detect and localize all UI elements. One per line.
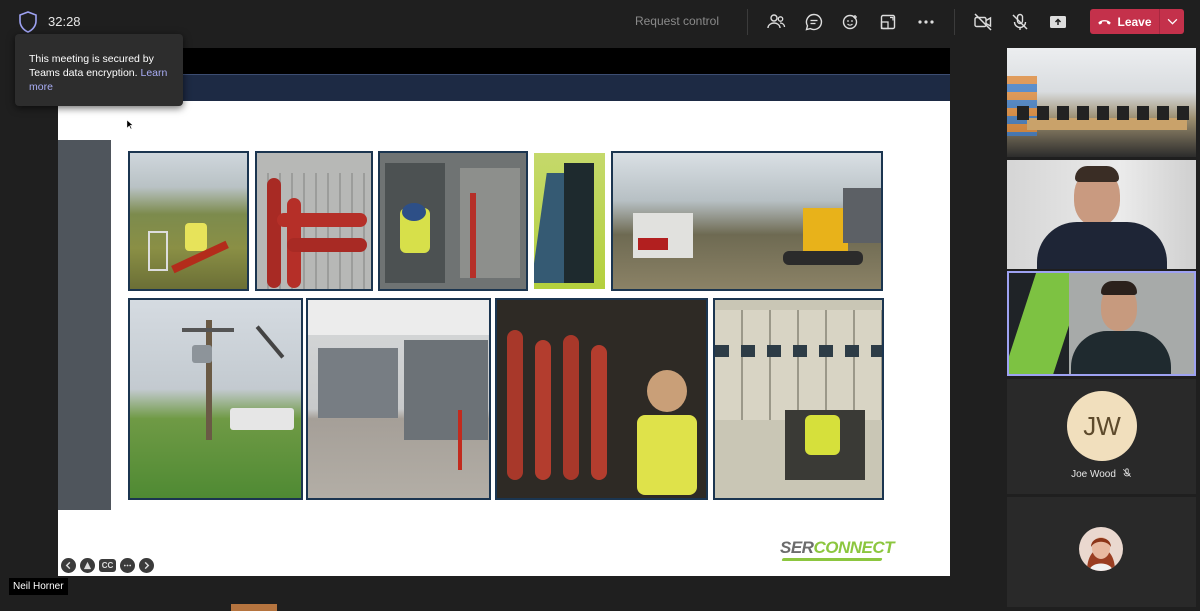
encryption-tooltip: This meeting is secured by Teams data en… — [15, 34, 183, 106]
slide-controls: CC — [61, 558, 154, 573]
chat-icon[interactable] — [801, 10, 827, 34]
bottom-strip — [231, 604, 277, 611]
photo-cable-jointer-field — [128, 151, 249, 291]
rooms-icon[interactable] — [875, 10, 901, 34]
phone-hangup-icon — [1097, 15, 1112, 29]
reactions-icon[interactable] — [838, 10, 864, 34]
mic-off-icon — [1122, 468, 1132, 481]
video-tile-participant[interactable] — [1007, 160, 1196, 269]
camera-off-icon[interactable] — [970, 10, 996, 34]
photo-engineer-switchgear — [378, 151, 528, 291]
participant-name: Joe Wood — [1071, 469, 1116, 480]
presentation-slide: SERCONNECT — [58, 74, 950, 576]
photo-excavators-site — [611, 151, 883, 291]
avatar — [1079, 527, 1123, 571]
toolbar-divider — [747, 9, 748, 35]
shared-screen: SERCONNECT — [58, 48, 950, 576]
request-control-button[interactable]: Request control — [624, 14, 730, 28]
photo-cable-terminations — [495, 298, 708, 500]
slide-more-button[interactable] — [120, 558, 135, 573]
avatar: JW — [1067, 391, 1137, 461]
leave-button[interactable]: Leave — [1090, 9, 1184, 34]
toolbar-divider — [954, 9, 955, 35]
photo-red-cables-trench — [255, 151, 373, 291]
slide-header-bar — [58, 74, 950, 101]
leave-main-button[interactable]: Leave — [1090, 9, 1159, 34]
photo-ground-transformers — [306, 298, 491, 500]
video-tile-classroom[interactable] — [1007, 48, 1196, 157]
meeting-timer: 32:28 — [48, 14, 81, 29]
next-slide-button[interactable] — [139, 558, 154, 573]
share-icon[interactable] — [1045, 10, 1071, 34]
more-icon[interactable] — [913, 10, 939, 34]
logo-swoosh — [781, 558, 883, 561]
shield-icon[interactable] — [18, 11, 38, 33]
mic-off-icon[interactable] — [1007, 10, 1033, 34]
previous-slide-button[interactable] — [61, 558, 76, 573]
photo-graphic-accent — [532, 151, 607, 291]
tooltip-text: This meeting is secured by Teams data en… — [29, 53, 154, 79]
participant-name-row: Joe Wood — [1007, 468, 1196, 481]
people-icon[interactable] — [763, 10, 789, 34]
photo-pole-mounted-transformer — [128, 298, 303, 500]
slide-side-panel — [58, 140, 111, 510]
closed-captions-button[interactable]: CC — [99, 559, 116, 572]
video-tile-active-speaker[interactable] — [1007, 271, 1196, 376]
presenter-name-label: Neil Horner — [9, 578, 68, 595]
mouse-cursor-icon — [126, 117, 134, 135]
pointer-icon[interactable] — [80, 558, 95, 573]
photo-switchgear-panel — [713, 298, 884, 500]
serconnect-logo: SERCONNECT — [780, 538, 895, 557]
chevron-down-icon[interactable] — [1160, 9, 1184, 34]
leave-label: Leave — [1117, 14, 1152, 29]
